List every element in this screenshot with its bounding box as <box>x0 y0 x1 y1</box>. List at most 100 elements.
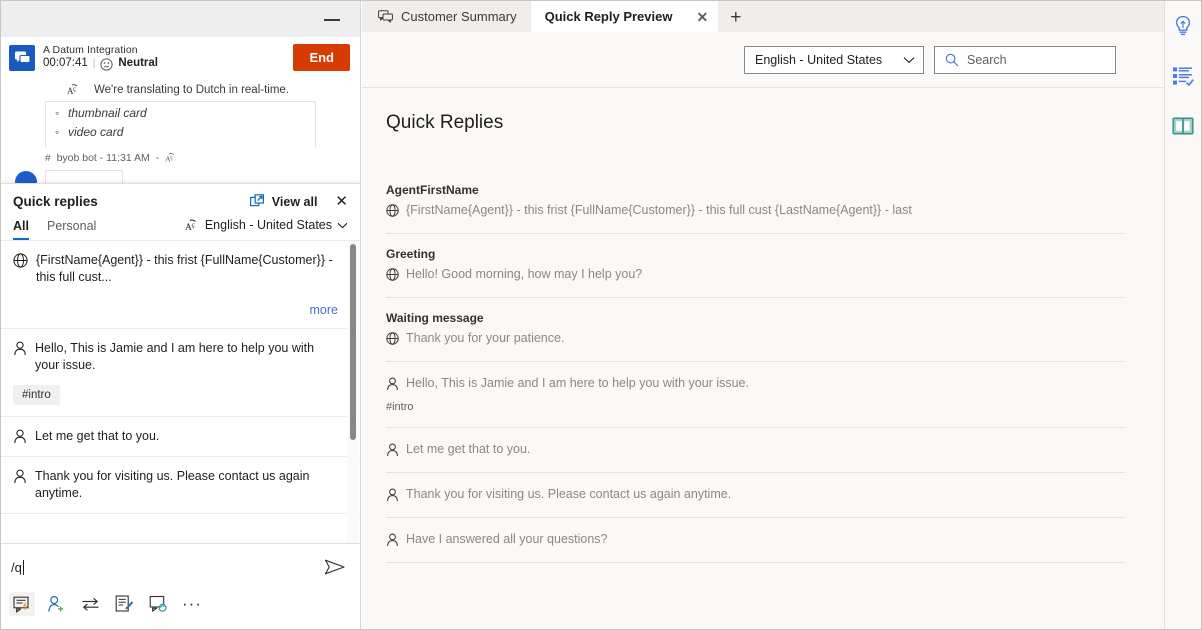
chat-titlebar <box>1 1 360 37</box>
preview-entry[interactable]: Greeting Hello! Good morning, how may I … <box>386 234 1125 298</box>
message-input[interactable]: /q <box>11 560 324 575</box>
list-item[interactable]: Thank you for visiting us. Please contac… <box>1 457 360 514</box>
globe-icon <box>13 252 28 268</box>
preview-entry[interactable]: Have I answered all your questions? <box>386 518 1125 563</box>
person-icon <box>386 441 399 457</box>
translation-banner: A ç We're translating to Dutch in real-t… <box>1 79 360 101</box>
translation-banner-text: We're translating to Dutch in real-time. <box>94 84 289 96</box>
search-icon <box>945 53 959 67</box>
entry-line: Hello! Good morning, how may I help you? <box>386 266 1125 283</box>
quick-reply-text: Let me get that to you. <box>35 428 338 445</box>
consult-icon[interactable] <box>145 592 171 616</box>
entry-text: {FirstName{Agent}} - this frist {FullNam… <box>406 202 912 219</box>
add-participant-icon[interactable] <box>43 592 69 616</box>
person-icon <box>386 486 399 502</box>
minimize-icon <box>324 19 340 21</box>
search-box[interactable] <box>934 46 1116 74</box>
entry-line: {FirstName{Agent}} - this frist {FullNam… <box>386 202 1125 219</box>
person-icon <box>386 531 399 547</box>
quick-reply-text-row: {FirstName{Agent}} - this frist {FullNam… <box>13 252 338 286</box>
person-icon <box>13 340 27 356</box>
conversation-channel-icon <box>9 45 35 71</box>
search-input[interactable] <box>967 53 1105 67</box>
view-all-button[interactable]: View all <box>250 194 318 209</box>
transfer-icon[interactable] <box>77 592 103 616</box>
language-select-value: English - United States <box>755 53 882 67</box>
conversation-meta: A Datum Integration 00:07:41 | Neutral <box>43 44 293 70</box>
close-icon[interactable]: ✕ <box>335 194 348 209</box>
scrollbar-track[interactable] <box>347 241 359 543</box>
open-external-icon <box>250 194 265 209</box>
entry-line: Have I answered all your questions? <box>386 531 1125 548</box>
agent-scripts-icon[interactable] <box>1167 61 1199 91</box>
quick-reply-tag: #intro <box>13 385 60 405</box>
quick-replies-flyout: Quick replies View all ✕ All <box>1 183 360 543</box>
add-tab-button[interactable]: + <box>718 4 753 32</box>
preview-entry[interactable]: Waiting message Thank you for your patie… <box>386 298 1125 362</box>
quick-replies-tabs: All Personal A ç English - United States <box>1 211 360 240</box>
more-options-icon[interactable]: ··· <box>179 592 205 616</box>
end-conversation-button[interactable]: End <box>293 44 350 71</box>
view-all-label: View all <box>272 195 318 209</box>
text-caret <box>23 560 24 575</box>
entry-text: Let me get that to you. <box>406 441 530 458</box>
scrollbar-thumb[interactable] <box>350 244 356 440</box>
sentiment-icon <box>100 58 113 71</box>
entry-text: Have I answered all your questions? <box>406 531 608 548</box>
quick-replies-list[interactable]: {FirstName{Agent}} - this frist {FullNam… <box>1 240 360 543</box>
subline-separator: | <box>93 58 96 70</box>
list-item[interactable]: {FirstName{Agent}} - this frist {FullNam… <box>1 241 360 329</box>
person-icon <box>13 428 27 444</box>
preview-entry[interactable]: Thank you for visiting us. Please contac… <box>386 473 1125 518</box>
quick-reply-text: Thank you for visiting us. Please contac… <box>35 468 338 502</box>
preview-entry[interactable]: AgentFirstName {FirstName{Agent}} - this… <box>386 170 1125 234</box>
tab-all[interactable]: All <box>13 217 29 240</box>
entry-line: Hello, This is Jamie and I am here to he… <box>386 375 1125 392</box>
preview-entry[interactable]: Let me get that to you. <box>386 428 1125 473</box>
quick-replies-header: Quick replies View all ✕ <box>1 184 360 211</box>
notes-icon[interactable] <box>111 592 137 616</box>
entry-text: Hello! Good morning, how may I help you? <box>406 266 642 283</box>
entry-label: Waiting message <box>386 311 1125 325</box>
language-label: English - United States <box>205 218 332 232</box>
composer-input-row[interactable]: /q <box>1 544 360 590</box>
knowledge-base-icon[interactable] <box>1167 111 1199 141</box>
tab-label: Customer Summary <box>401 9 517 24</box>
tab-label: Quick Reply Preview <box>545 9 673 24</box>
composer-toolbar: ··· <box>1 590 360 616</box>
close-icon[interactable]: ✕ <box>696 10 708 24</box>
chat-pane: A Datum Integration 00:07:41 | Neutral <box>1 1 361 630</box>
app-window: A Datum Integration 00:07:41 | Neutral <box>0 0 1202 630</box>
list-item[interactable]: Let me get that to you. <box>1 417 360 457</box>
quick-reply-text-row: Thank you for visiting us. Please contac… <box>13 468 338 502</box>
bot-card-item: thumbnail card <box>68 104 315 123</box>
conversation-subline: 00:07:41 | Neutral <box>43 57 293 70</box>
chat-tab-icon <box>378 10 393 23</box>
person-icon <box>13 468 27 484</box>
globe-icon <box>386 202 399 217</box>
language-picker[interactable]: A ç English - United States <box>185 218 348 239</box>
send-icon[interactable] <box>324 558 346 576</box>
productivity-rail <box>1164 1 1201 630</box>
page-title: Quick Replies <box>386 112 1125 134</box>
right-pane: Customer Summary Quick Reply Preview ✕ +… <box>362 1 1165 630</box>
preview-entry[interactable]: Hello, This is Jamie and I am here to he… <box>386 362 1125 428</box>
tab-customer-summary[interactable]: Customer Summary <box>364 1 531 32</box>
more-link[interactable]: more <box>13 303 338 317</box>
preview-body: Quick Replies AgentFirstName {FirstName{… <box>362 88 1165 563</box>
tab-quick-reply-preview[interactable]: Quick Reply Preview ✕ <box>531 1 719 32</box>
language-select[interactable]: English - United States <box>744 46 924 74</box>
list-item[interactable]: Hello, This is Jamie and I am here to he… <box>1 329 360 417</box>
globe-icon <box>386 330 399 345</box>
globe-icon <box>386 266 399 281</box>
tab-personal[interactable]: Personal <box>47 217 96 240</box>
smart-assist-icon[interactable] <box>1167 11 1199 41</box>
minimize-button[interactable] <box>324 13 342 27</box>
person-icon <box>386 375 399 391</box>
quick-replies-icon[interactable] <box>9 592 35 616</box>
entry-text: Thank you for your patience. <box>406 330 564 347</box>
sentiment-label: Neutral <box>118 57 158 70</box>
message-input-value: /q <box>11 560 22 575</box>
translate-icon: A ç <box>185 218 200 232</box>
conversation-title: A Datum Integration <box>43 44 293 56</box>
